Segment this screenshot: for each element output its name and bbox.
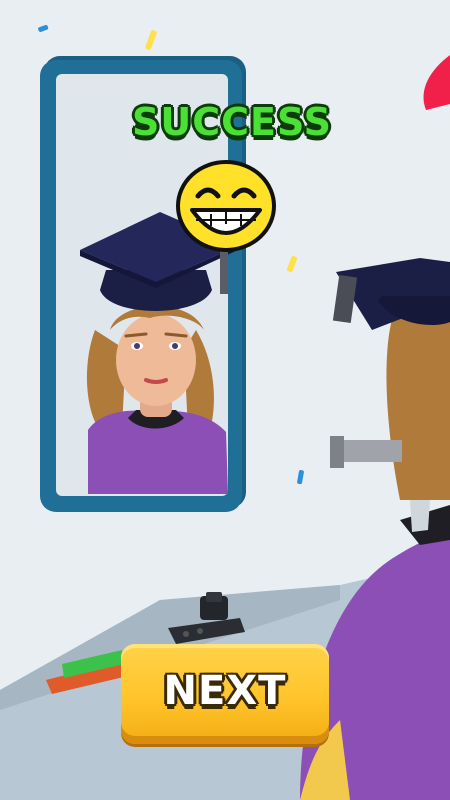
grinning-face-icon xyxy=(176,160,276,252)
next-button[interactable]: NEXT xyxy=(121,644,329,744)
next-button-label: NEXT xyxy=(163,668,287,714)
success-banner: SUCCESS xyxy=(132,100,332,144)
